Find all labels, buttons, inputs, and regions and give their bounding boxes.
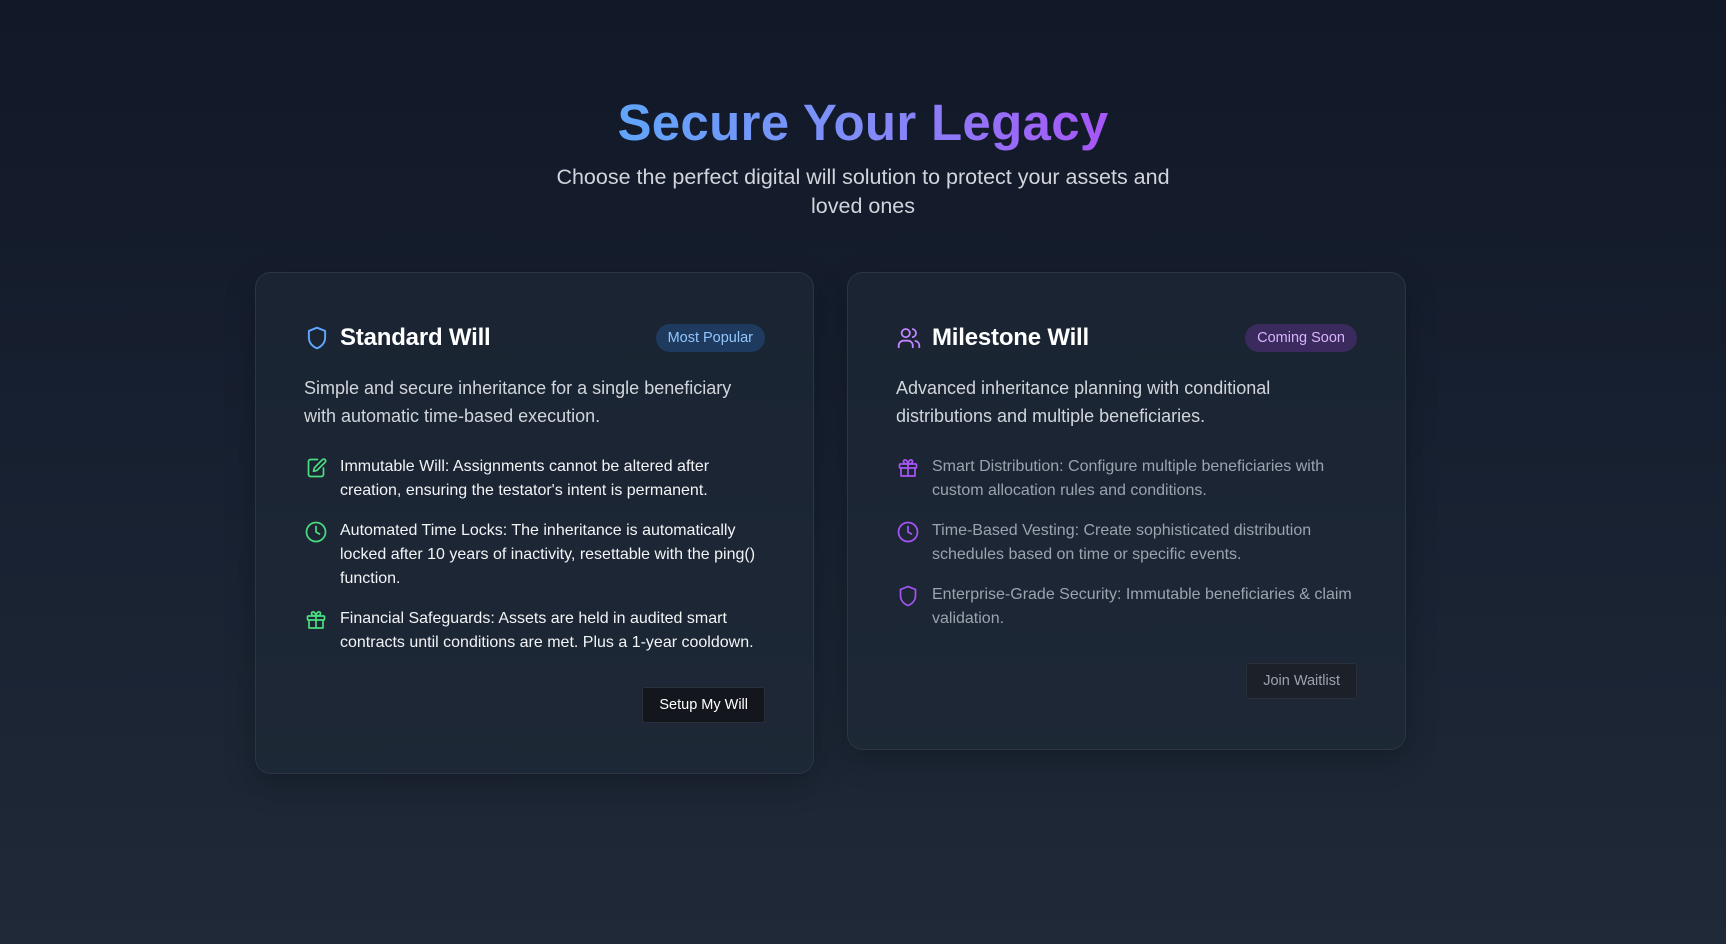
feature-item: Financial Safeguards: Assets are held in… bbox=[304, 607, 765, 655]
milestone-will-card: Milestone Will Coming Soon Advanced inhe… bbox=[847, 272, 1406, 750]
feature-item: Automated Time Locks: The inheritance is… bbox=[304, 519, 765, 591]
gift-icon bbox=[896, 456, 920, 480]
feature-item: Time-Based Vesting: Create sophisticated… bbox=[896, 519, 1357, 567]
coming-soon-badge: Coming Soon bbox=[1245, 324, 1357, 352]
feature-text: Automated Time Locks: The inheritance is… bbox=[340, 521, 756, 587]
setup-my-will-button[interactable]: Setup My Will bbox=[642, 686, 765, 723]
feature-item: Immutable Will: Assignments cannot be al… bbox=[304, 455, 765, 503]
users-icon bbox=[896, 325, 922, 351]
standard-will-card: Standard Will Most Popular Simple and se… bbox=[255, 272, 814, 774]
feature-list: Immutable Will: Assignments cannot be al… bbox=[304, 455, 765, 655]
card-title: Milestone Will bbox=[932, 324, 1089, 351]
feature-item: Smart Distribution: Configure multiple b… bbox=[896, 455, 1357, 503]
card-description: Simple and secure inheritance for a sing… bbox=[304, 378, 732, 426]
card-header: Milestone Will Coming Soon bbox=[896, 321, 1357, 355]
shield-icon bbox=[896, 584, 920, 608]
feature-text: Financial Safeguards: Assets are held in… bbox=[340, 609, 754, 651]
card-header: Standard Will Most Popular bbox=[304, 321, 765, 355]
feature-text: Immutable Will: Assignments cannot be al… bbox=[340, 457, 710, 499]
page-title: Secure Your Legacy bbox=[617, 92, 1108, 153]
feature-text: Time-Based Vesting: Create sophisticated… bbox=[932, 521, 1312, 563]
gift-icon bbox=[304, 608, 328, 632]
hero-section: Secure Your Legacy Choose the perfect di… bbox=[0, 92, 1726, 221]
feature-list: Smart Distribution: Configure multiple b… bbox=[896, 455, 1357, 631]
shield-icon bbox=[304, 325, 330, 351]
feature-text: Smart Distribution: Configure multiple b… bbox=[932, 457, 1325, 499]
join-waitlist-button[interactable]: Join Waitlist bbox=[1246, 662, 1357, 699]
card-title: Standard Will bbox=[340, 324, 491, 351]
document-edit-icon bbox=[304, 456, 328, 480]
card-description: Advanced inheritance planning with condi… bbox=[896, 378, 1271, 426]
feature-item: Enterprise-Grade Security: Immutable ben… bbox=[896, 583, 1357, 631]
feature-text: Enterprise-Grade Security: Immutable ben… bbox=[932, 585, 1352, 627]
clock-icon bbox=[896, 520, 920, 544]
clock-icon bbox=[304, 520, 328, 544]
page-subtitle: Choose the perfect digital will solution… bbox=[556, 165, 1170, 219]
most-popular-badge: Most Popular bbox=[655, 324, 765, 352]
